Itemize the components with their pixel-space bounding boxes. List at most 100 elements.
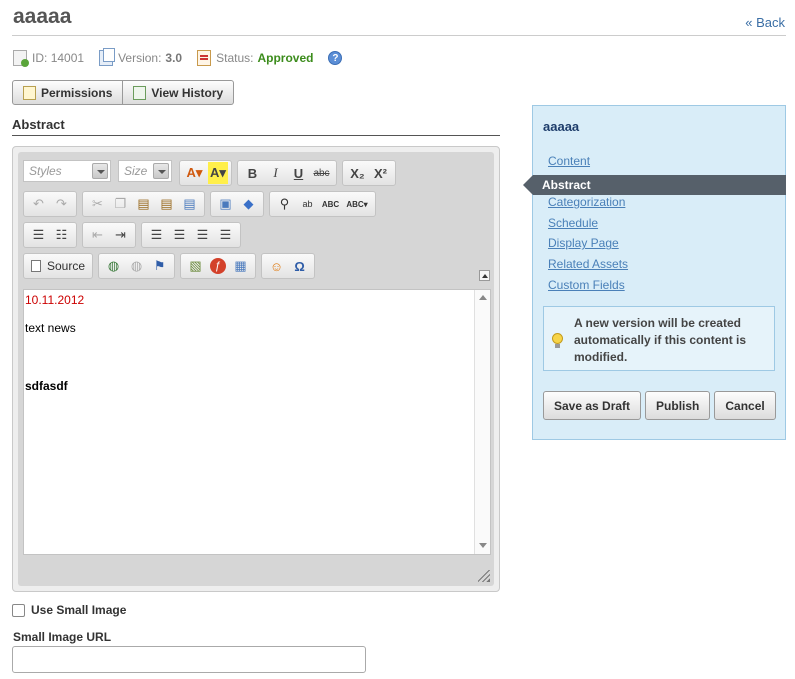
editor-body[interactable]: 10.11.2012 text news sdfasdf — [24, 290, 474, 396]
sidebar-panel: aaaaa Content Abstract Categorization Sc… — [523, 105, 786, 440]
color-group: A▾ A▾ — [179, 160, 232, 186]
document-icon — [13, 50, 29, 67]
view-history-button[interactable]: View History — [123, 80, 235, 105]
meta-status: Status: Approved — [197, 50, 313, 66]
bulleted-list-icon[interactable]: ☷ — [50, 224, 73, 246]
insert-group: ▧ ƒ ▦ — [180, 253, 257, 279]
flash-icon[interactable]: ƒ — [210, 258, 227, 274]
paste-text-icon[interactable]: ▤ — [155, 193, 178, 215]
italic-button[interactable]: I — [264, 162, 287, 184]
source-group: Source — [23, 253, 94, 279]
bold-button[interactable]: B — [241, 162, 264, 184]
paste-icon[interactable]: ▤ — [132, 193, 155, 215]
justify-icon[interactable]: ☰ — [214, 224, 237, 246]
version-label: Version: — [118, 51, 162, 65]
spellcheck-icon[interactable]: ABC — [319, 193, 342, 215]
save-draft-button[interactable]: Save as Draft — [543, 391, 642, 420]
find-group: ⚲ ab ABC ABC ▾ — [269, 191, 376, 217]
action-buttons: Permissions View History — [12, 80, 235, 105]
cancel-button[interactable]: Cancel — [714, 391, 776, 420]
paste-word-icon[interactable]: ▤ — [178, 193, 201, 215]
history-group: ↶ ↷ — [23, 191, 77, 217]
text-color-button[interactable]: A▾ — [183, 162, 206, 184]
versions-icon — [99, 48, 116, 66]
script-group: X₂ X² — [342, 160, 396, 186]
bg-color-button[interactable]: A▾ — [208, 162, 228, 184]
replace-icon[interactable]: ab — [296, 193, 319, 215]
id-label: ID: — [32, 51, 48, 65]
meta-id: ID: 14001 — [13, 50, 84, 67]
list-group: ☰ ☷ — [23, 222, 77, 248]
permissions-label: Permissions — [41, 85, 113, 100]
use-small-image-row: Use Small Image — [12, 603, 126, 617]
redo-button[interactable]: ↷ — [50, 193, 73, 215]
size-placeholder: Size — [124, 164, 148, 178]
editor-scrollbar[interactable] — [474, 290, 490, 554]
sidebar-item-custom-fields[interactable]: Custom Fields — [548, 278, 628, 299]
scroll-up-icon[interactable] — [479, 295, 487, 300]
indent-icon[interactable]: ⇥ — [109, 224, 132, 246]
help-icon[interactable]: ? — [328, 51, 343, 65]
sidebar-item-content[interactable]: Content — [548, 154, 628, 175]
align-left-icon[interactable]: ☰ — [145, 224, 168, 246]
link-icon[interactable]: ◍ — [102, 255, 125, 277]
history-icon — [133, 85, 147, 100]
sidebar-item-schedule[interactable]: Schedule — [548, 216, 628, 237]
spellcheck-as-you-type-icon[interactable]: ABC ▾ — [342, 193, 372, 215]
editor-chrome: Styles Size A▾ A▾ B I U abc X₂ X² ↶ ↷ ✂ … — [18, 152, 494, 586]
special-char-icon[interactable]: Ω — [288, 255, 311, 277]
small-image-url-input[interactable] — [12, 646, 366, 673]
sidebar-item-related-assets[interactable]: Related Assets — [548, 257, 628, 278]
notice-text: A new version will be created automatica… — [574, 316, 747, 364]
outdent-icon[interactable]: ⇤ — [86, 224, 109, 246]
view-history-label: View History — [151, 85, 224, 100]
align-right-icon[interactable]: ☰ — [191, 224, 214, 246]
cut-icon[interactable]: ✂ — [86, 193, 109, 215]
chevron-down-icon — [153, 163, 169, 179]
image-icon[interactable]: ▧ — [184, 255, 207, 277]
subscript-button[interactable]: X₂ — [346, 162, 369, 184]
permissions-button[interactable]: Permissions — [12, 80, 124, 105]
select-group: ▣ ◆ — [210, 191, 264, 217]
header-divider — [12, 35, 786, 36]
status-label: Status: — [216, 51, 254, 65]
copy-icon[interactable]: ❐ — [109, 193, 132, 215]
eraser-icon[interactable]: ◆ — [237, 193, 260, 215]
superscript-button[interactable]: X² — [369, 162, 392, 184]
page-title: aaaaa — [13, 5, 72, 28]
anchor-flag-icon[interactable]: ⚑ — [148, 255, 171, 277]
indent-group: ⇤ ⇥ — [82, 222, 136, 248]
scroll-down-icon[interactable] — [479, 543, 487, 548]
sidebar-buttons: Save as Draft Publish Cancel — [543, 391, 780, 420]
find-icon[interactable]: ⚲ — [273, 193, 296, 215]
numbered-list-icon[interactable]: ☰ — [27, 224, 50, 246]
use-small-image-checkbox[interactable] — [12, 603, 25, 617]
sidebar-item-display-page[interactable]: Display Page — [548, 236, 628, 257]
toolbar-row-1: Styles Size A▾ A▾ B I U abc X₂ X² — [23, 160, 401, 186]
link-group: ◍ ◍ ⚑ — [98, 253, 176, 279]
unlink-icon[interactable]: ◍ — [125, 255, 148, 277]
styles-select[interactable]: Styles — [23, 160, 111, 182]
extras-group: ☺ Ω — [261, 253, 316, 279]
underline-button[interactable]: U — [287, 162, 310, 184]
use-small-image-label: Use Small Image — [31, 603, 127, 617]
back-link[interactable]: « Back — [745, 15, 785, 30]
publish-button[interactable]: Publish — [645, 391, 711, 420]
smiley-icon[interactable]: ☺ — [265, 255, 288, 277]
source-button[interactable]: Source — [27, 259, 89, 273]
sidebar-item-abstract[interactable]: Abstract — [523, 174, 786, 195]
collapse-toolbar-icon[interactable] — [479, 270, 490, 281]
toolbar-row-3: ☰ ☷ ⇤ ⇥ ☰ ☰ ☰ ☰ — [23, 222, 246, 248]
resize-handle-icon[interactable] — [478, 570, 490, 582]
toolbar-row-4: Source ◍ ◍ ⚑ ▧ ƒ ▦ ☺ Ω — [23, 253, 320, 279]
undo-button[interactable]: ↶ — [27, 193, 50, 215]
size-select[interactable]: Size — [118, 160, 172, 182]
strikethrough-button[interactable]: abc — [310, 162, 333, 184]
small-image-url-label: Small Image URL — [13, 630, 112, 644]
select-all-icon[interactable]: ▣ — [214, 193, 237, 215]
sidebar-item-categorization[interactable]: Categorization — [548, 195, 628, 216]
lightbulb-icon — [552, 333, 563, 348]
align-center-icon[interactable]: ☰ — [168, 224, 191, 246]
table-icon[interactable]: ▦ — [229, 255, 252, 277]
editor-content[interactable]: 10.11.2012 text news sdfasdf — [23, 289, 491, 555]
